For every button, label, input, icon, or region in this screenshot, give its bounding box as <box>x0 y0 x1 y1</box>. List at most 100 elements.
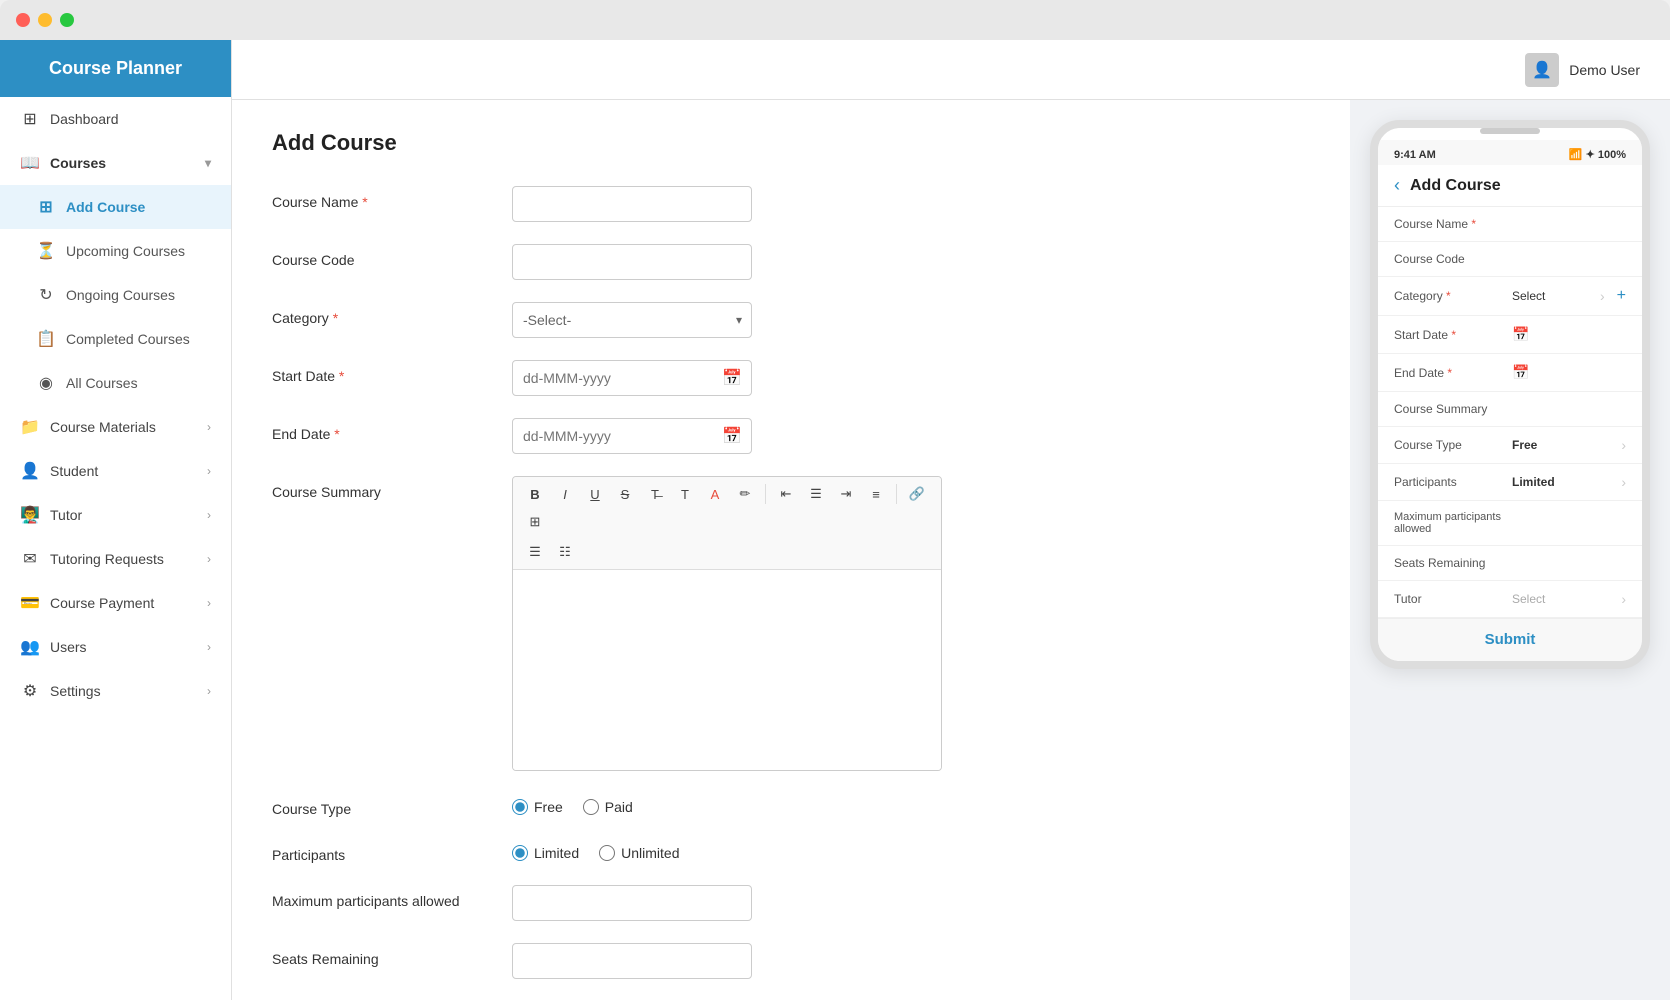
italic-button[interactable]: I <box>551 481 579 507</box>
start-date-input[interactable] <box>512 360 752 396</box>
font-style-button[interactable]: T <box>671 481 699 507</box>
chevron-down-icon: ▾ <box>205 156 211 170</box>
sidebar-logo: Course Planner <box>0 40 231 97</box>
sidebar-item-add-course[interactable]: ⊞ Add Course <box>0 185 231 229</box>
chevron-right-icon: › <box>1600 288 1605 304</box>
chevron-right-icon: › <box>207 552 211 566</box>
chevron-right-icon: › <box>207 684 211 698</box>
phone-seats-remaining-label: Seats Remaining <box>1394 556 1504 570</box>
align-left-button[interactable]: ⇤ <box>772 481 800 507</box>
unlimited-label: Unlimited <box>621 845 679 861</box>
sidebar-item-courses[interactable]: 📖 Courses ▾ <box>0 141 231 185</box>
bold-button[interactable]: B <box>521 481 549 507</box>
category-select[interactable]: -Select- <box>512 302 752 338</box>
ordered-list-button[interactable]: ☷ <box>551 539 579 565</box>
sidebar-item-dashboard[interactable]: ⊞ Dashboard <box>0 97 231 141</box>
sidebar-item-label: All Courses <box>66 375 138 391</box>
chevron-right-icon: › <box>1621 474 1626 490</box>
phone-field-course-type[interactable]: Course Type Free › <box>1378 427 1642 464</box>
end-date-label: End Date * <box>272 418 492 442</box>
sidebar-item-tutoring-requests[interactable]: ✉ Tutoring Requests › <box>0 537 231 581</box>
category-select-wrapper: -Select- ▾ <box>512 302 752 338</box>
sidebar-item-label: Ongoing Courses <box>66 287 175 303</box>
materials-icon: 📁 <box>20 417 40 437</box>
unordered-list-button[interactable]: ☰ <box>521 539 549 565</box>
end-date-input[interactable] <box>512 418 752 454</box>
align-center-button[interactable]: ☰ <box>802 481 830 507</box>
limited-radio-option[interactable]: Limited <box>512 845 579 861</box>
phone-field-course-name: Course Name * <box>1378 207 1642 242</box>
app-container: Course Planner ⊞ Dashboard 📖 Courses ▾ ⊞… <box>0 40 1670 1000</box>
sidebar-item-ongoing-courses[interactable]: ↻ Ongoing Courses <box>0 273 231 317</box>
phone-field-course-summary: Course Summary <box>1378 392 1642 427</box>
sidebar-item-label: Users <box>50 639 87 655</box>
phone-back-button[interactable]: ‹ <box>1394 175 1400 196</box>
justify-button[interactable]: ≡ <box>862 481 890 507</box>
calendar-icon: 📅 <box>1512 326 1529 343</box>
course-code-input[interactable] <box>512 244 752 280</box>
phone-form: Course Name * Course Code Category * Sel… <box>1378 207 1642 661</box>
phone-category-label: Category * <box>1394 289 1504 303</box>
unlimited-radio[interactable] <box>599 845 615 861</box>
participants-row: Participants Limited Unlimited <box>272 839 1310 863</box>
start-date-row: Start Date * 📅 <box>272 360 1310 396</box>
max-participants-input[interactable] <box>512 885 752 921</box>
phone-field-max-participants: Maximum participants allowed <box>1378 501 1642 546</box>
phone-field-start-date[interactable]: Start Date * 📅 <box>1378 316 1642 354</box>
paid-radio[interactable] <box>583 799 599 815</box>
sidebar-item-label: Tutor <box>50 507 82 523</box>
paid-label: Paid <box>605 799 633 815</box>
all-courses-icon: ◉ <box>36 373 56 393</box>
sidebar-item-tutor[interactable]: 👨‍🏫 Tutor › <box>0 493 231 537</box>
phone-submit-button[interactable]: Submit <box>1485 631 1536 648</box>
free-radio-option[interactable]: Free <box>512 799 563 815</box>
course-type-label: Course Type <box>272 793 492 817</box>
strikethrough-button[interactable]: S <box>611 481 639 507</box>
rte-body[interactable] <box>513 570 941 770</box>
sidebar-item-completed-courses[interactable]: 📋 Completed Courses <box>0 317 231 361</box>
highlight-button[interactable]: ✏ <box>731 481 759 507</box>
phone-field-category[interactable]: Category * Select › + <box>1378 277 1642 316</box>
seats-remaining-input[interactable] <box>512 943 752 979</box>
minimize-dot[interactable] <box>38 13 52 27</box>
free-radio[interactable] <box>512 799 528 815</box>
phone-course-summary-label: Course Summary <box>1394 402 1504 416</box>
sidebar-item-settings[interactable]: ⚙ Settings › <box>0 669 231 713</box>
phone-course-code-label: Course Code <box>1394 252 1504 266</box>
phone-field-seats-remaining: Seats Remaining <box>1378 546 1642 581</box>
underline-button[interactable]: U <box>581 481 609 507</box>
sidebar-item-users[interactable]: 👥 Users › <box>0 625 231 669</box>
sidebar-item-course-materials[interactable]: 📁 Course Materials › <box>0 405 231 449</box>
phone-field-tutor[interactable]: Tutor Select › <box>1378 581 1642 618</box>
sidebar-item-all-courses[interactable]: ◉ All Courses <box>0 361 231 405</box>
unlimited-radio-option[interactable]: Unlimited <box>599 845 679 861</box>
align-right-button[interactable]: ⇥ <box>832 481 860 507</box>
required-star: * <box>362 194 367 210</box>
paid-radio-option[interactable]: Paid <box>583 799 633 815</box>
seats-remaining-row: Seats Remaining <box>272 943 1310 979</box>
phone-submit-bar: Submit <box>1378 618 1642 661</box>
close-dot[interactable] <box>16 13 30 27</box>
sidebar-item-label: Course Payment <box>50 595 154 611</box>
chevron-right-icon: › <box>207 464 211 478</box>
phone-end-date-label: End Date * <box>1394 366 1504 380</box>
link-button[interactable]: 🔗 <box>903 481 931 507</box>
table-button[interactable]: ⊞ <box>521 509 549 535</box>
required-star: * <box>334 426 339 442</box>
maximize-dot[interactable] <box>60 13 74 27</box>
phone-field-end-date[interactable]: End Date * 📅 <box>1378 354 1642 392</box>
sidebar-item-course-payment[interactable]: 💳 Course Payment › <box>0 581 231 625</box>
sidebar-item-student[interactable]: 👤 Student › <box>0 449 231 493</box>
phone-field-participants[interactable]: Participants Limited › <box>1378 464 1642 501</box>
category-label: Category * <box>272 302 492 326</box>
clear-format-button[interactable]: T̶ <box>641 481 669 507</box>
top-header: 👤 Demo User <box>232 40 1670 100</box>
limited-radio[interactable] <box>512 845 528 861</box>
sidebar-item-upcoming-courses[interactable]: ⏳ Upcoming Courses <box>0 229 231 273</box>
course-name-input[interactable] <box>512 186 752 222</box>
rte-wrapper: B I U S T̶ T A ✏ ⇤ ☰ <box>512 476 942 771</box>
chevron-right-icon: › <box>207 508 211 522</box>
max-participants-row: Maximum participants allowed <box>272 885 1310 921</box>
phone-notch <box>1480 128 1540 134</box>
font-color-button[interactable]: A <box>701 481 729 507</box>
